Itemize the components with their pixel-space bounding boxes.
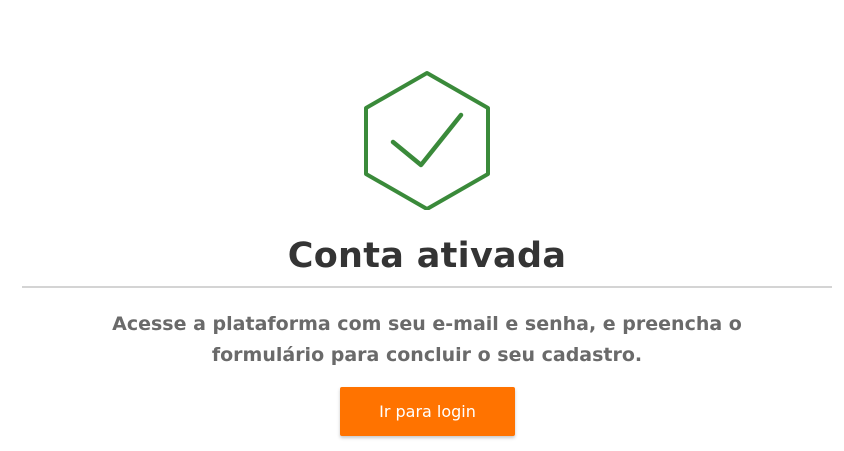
divider	[22, 286, 832, 288]
activation-page: Conta ativada Acesse a plataforma com se…	[0, 0, 844, 451]
hexagon-check-icon	[362, 70, 492, 210]
page-title: Conta ativada	[287, 236, 567, 276]
instructions-message: Acesse a plataforma com seu e-mail e sen…	[0, 309, 844, 371]
checkmark	[390, 112, 464, 168]
go-to-login-button[interactable]: Ir para login	[340, 387, 515, 436]
instructions-line-1: Acesse a plataforma com seu e-mail e sen…	[112, 313, 742, 335]
hexagon-outline	[364, 71, 490, 210]
instructions-line-2: formulário para concluir o seu cadastro.	[211, 344, 643, 366]
